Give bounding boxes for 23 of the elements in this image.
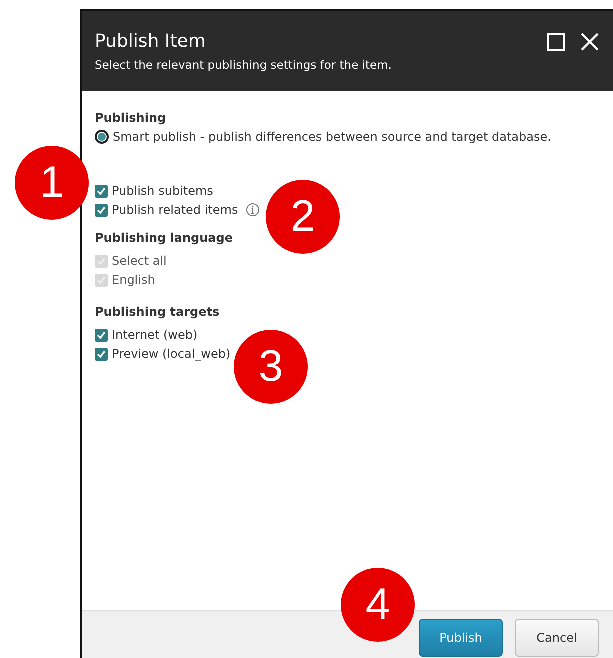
callout-number: 1 — [15, 146, 89, 220]
cancel-button[interactable]: Cancel — [515, 619, 599, 657]
radio-button[interactable] — [95, 130, 109, 144]
checkbox[interactable] — [95, 328, 108, 342]
checkbox[interactable] — [95, 348, 108, 360]
option-label: Smart publish - publish differences between source and target database. — [113, 130, 552, 144]
close-icon[interactable] — [581, 33, 599, 51]
option-label: Select all — [112, 254, 167, 268]
publish-button[interactable]: Publish — [419, 619, 503, 657]
maximize-icon[interactable] — [547, 33, 565, 51]
dialog-subtitle: Select the relevant publishing settings for the item. — [95, 58, 392, 72]
option-label: Publish related items — [112, 203, 238, 217]
section-heading: Publishing language — [95, 231, 234, 245]
checkbox[interactable] — [95, 184, 108, 198]
option-label: Internet (web) — [112, 328, 198, 342]
option-label: English — [112, 273, 156, 287]
option-label: Preview (local_web) — [112, 347, 231, 361]
checkbox[interactable] — [95, 204, 108, 216]
info-icon[interactable] — [246, 203, 260, 217]
option-label: Publish subitems — [112, 184, 214, 198]
dialog-title: Publish Item — [95, 31, 207, 52]
section-heading: Publishing targets — [95, 305, 221, 319]
section-heading: Publishing — [95, 111, 168, 125]
